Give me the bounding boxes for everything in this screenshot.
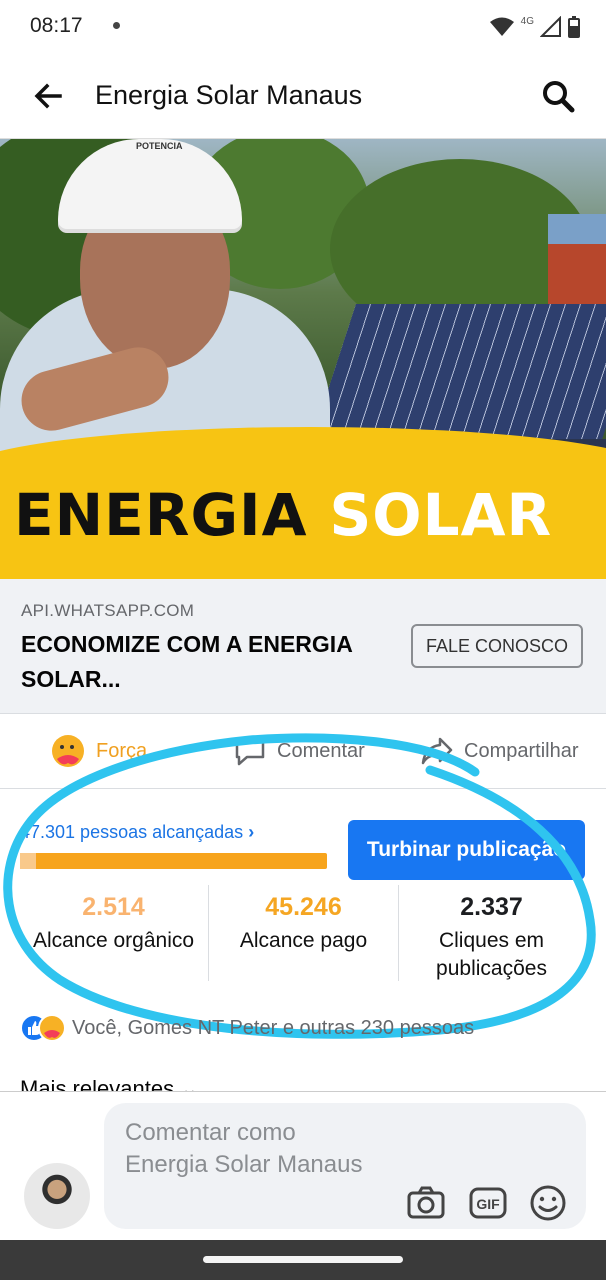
share-icon [421,737,453,765]
status-bar: 08:17 4G [0,0,606,56]
organic-reach-value: 2.514 [82,893,145,921]
comment-input[interactable]: Comentar como Energia Solar Manaus GIF [104,1103,586,1229]
back-arrow-icon[interactable] [32,80,64,112]
status-icons: 4G [489,14,580,40]
avatar[interactable] [24,1163,90,1229]
comment-placeholder: Comentar como Energia Solar Manaus [125,1119,363,1178]
gif-icon[interactable]: GIF [468,1183,508,1223]
helmet-text: POTENCIA [136,141,183,151]
reactions-summary[interactable]: Você, Gomes NT Peter e outras 230 pessoa… [20,1012,474,1044]
search-icon[interactable] [540,78,576,114]
comment-label: Comentar [277,739,365,762]
comment-composer: Comentar como Energia Solar Manaus GIF [0,1091,606,1241]
notification-dot [113,22,120,29]
post-image[interactable]: POTENCIA ENERGIA SOLAR [0,139,606,579]
signal-icon [540,16,561,37]
home-gesture-handle[interactable] [203,1256,403,1263]
network-type: 4G [520,15,534,27]
system-nav-bar [0,1240,606,1280]
share-label: Compartilhar [464,739,579,762]
battery-icon [568,16,580,38]
post-clicks-label: Cliques em publicações [436,929,547,980]
contact-button[interactable]: FALE CONOSCO [411,624,583,668]
organic-reach-label: Alcance orgânico [32,929,195,952]
reaction-button[interactable]: Força [50,734,147,768]
link-domain: API.WHATSAPP.COM [21,601,195,620]
boost-post-button[interactable]: Turbinar publicação [348,820,585,880]
paid-reach-value: 45.246 [265,893,342,921]
organic-reach-fill [20,853,37,869]
reaction-icons [20,1013,66,1043]
status-time: 08:17 [30,14,83,37]
page-title: Energia Solar Manaus [95,80,363,110]
wifi-icon [489,17,514,36]
reactions-text: Você, Gomes NT Peter e outras 230 pessoa… [72,1016,475,1039]
reach-text: 47.301 pessoas alcançadas [20,822,244,842]
camera-icon[interactable] [406,1183,446,1223]
link-headline: ECONOMIZE COM A ENERGIA SOLAR... [21,631,352,692]
emoji-icon[interactable] [528,1183,568,1223]
comment-button[interactable]: Comentar [233,734,365,768]
reach-progress-bar [20,853,327,869]
roof-shape [548,214,606,244]
comment-icon [235,737,265,766]
care-reaction-icon [38,1014,66,1042]
post-actions: Força Comentar Compartilhar [0,714,606,789]
banner-text: ENERGIA SOLAR [14,481,552,549]
link-preview[interactable]: API.WHATSAPP.COM ECONOMIZE COM A ENERGIA… [0,579,606,714]
post-clicks-value: 2.337 [460,893,523,921]
chevron-right-icon: › [248,822,255,842]
app-bar: Energia Solar Manaus [0,56,606,139]
share-button[interactable]: Compartilhar [420,734,578,768]
banner-word-energia: ENERGIA [14,481,308,549]
care-reaction-icon [52,735,84,767]
reaction-label: Força [96,739,148,762]
paid-reach-label: Alcance pago [239,929,368,952]
stat-divider [208,885,209,981]
svg-text:GIF: GIF [476,1196,500,1212]
banner-word-solar: SOLAR [329,481,553,549]
reach-link[interactable]: 47.301 pessoas alcançadas › [20,822,254,843]
